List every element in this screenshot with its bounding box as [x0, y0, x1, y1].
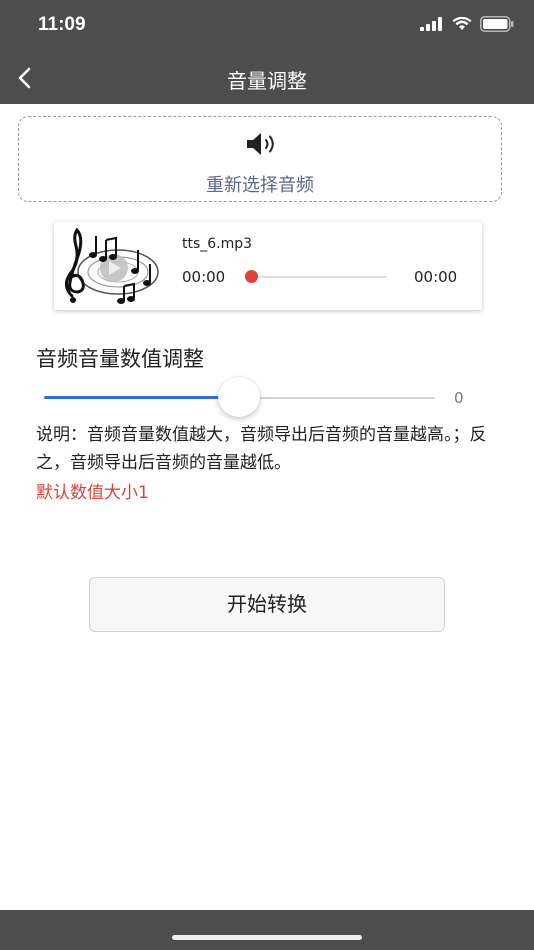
total-time: 00:00: [414, 268, 458, 286]
volume-slider-track-filled[interactable]: [44, 396, 240, 399]
status-bar: 11:09: [0, 0, 534, 52]
volume-slider-thumb[interactable]: [218, 377, 260, 417]
signal-icon: [420, 17, 442, 31]
audio-file-name: tts_6.mp3: [182, 236, 253, 252]
current-time: 00:00: [182, 268, 226, 286]
seek-bar-track[interactable]: [249, 276, 387, 278]
wifi-icon: [452, 17, 472, 30]
volume-section-title: 音频音量数值调整: [36, 347, 204, 371]
nav-bar: 音量调整: [0, 52, 534, 104]
home-bar-area: [0, 910, 534, 950]
home-indicator[interactable]: [172, 935, 362, 940]
volume-slider-track[interactable]: [240, 397, 435, 399]
speaker-icon: [247, 133, 274, 155]
status-time: 11:09: [38, 14, 86, 35]
page-title: 音量调整: [227, 69, 307, 93]
reselect-audio-button[interactable]: 重新选择音频: [18, 116, 502, 202]
start-convert-button[interactable]: 开始转换: [89, 577, 445, 632]
seek-bar-thumb[interactable]: [245, 270, 258, 283]
volume-value: 0: [454, 389, 464, 407]
audio-player-card: tts_6.mp3 00:00 00:00: [54, 222, 482, 310]
default-value-note: 默认数值大小1: [36, 483, 149, 503]
status-icons: [420, 16, 514, 32]
battery-icon: [480, 16, 514, 32]
volume-description: 说明：音频音量数值越大，音频导出后音频的音量越高。；反之，音频导出后音频的音量越…: [36, 425, 487, 473]
music-note-cover-icon: [65, 227, 159, 304]
reselect-audio-label: 重新选择音频: [206, 175, 314, 196]
